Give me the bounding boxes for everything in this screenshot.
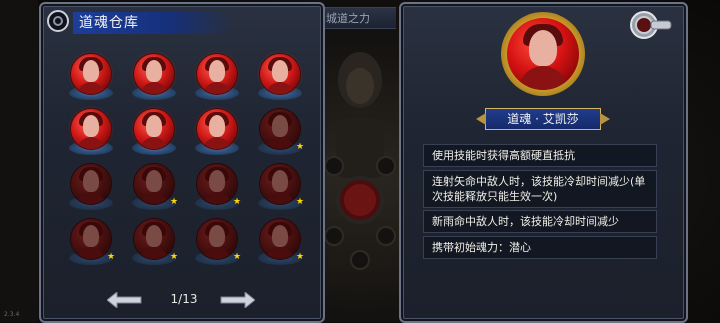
orb-shoulder: [140, 247, 168, 259]
soul-slot[interactable]: [63, 105, 119, 161]
background-statue: [324, 52, 396, 270]
background-tab[interactable]: 城道之力: [322, 7, 396, 29]
soul-orb-icon: [134, 164, 174, 204]
orb-face: [83, 225, 99, 247]
orb-shoulder: [77, 247, 105, 259]
orb-face: [209, 170, 225, 192]
page-indicator: 1/13: [170, 292, 198, 306]
soul-slot[interactable]: ★: [126, 160, 182, 216]
orb-face: [146, 170, 162, 192]
soul-orb-icon: [197, 54, 237, 94]
panel-title: 道魂仓库: [73, 12, 233, 34]
soul-detail-panel: 道魂 · 艾凯莎 使用技能时获得高额硬直抵抗 连射矢命中敌人时，该技能冷却时间减…: [399, 2, 688, 323]
star-icon: ★: [233, 252, 242, 262]
soul-storage-panel: 道魂仓库 ★ ★ ★ ★ ★ ★ ★ ★ 1/13: [39, 2, 325, 323]
pager: 1/13: [107, 290, 257, 310]
soul-slot[interactable]: [63, 50, 119, 106]
arrow-right-icon[interactable]: [219, 292, 255, 308]
soul-name: 道魂 · 艾凯莎: [485, 108, 601, 130]
soul-slot[interactable]: ★: [189, 215, 245, 271]
soul-orb-icon: [71, 164, 111, 204]
soul-orb-icon: [134, 219, 174, 259]
skill-item: 新雨命中敌人时，该技能冷却时间减少: [423, 210, 657, 233]
orb-face: [146, 60, 162, 82]
star-icon: ★: [296, 197, 305, 207]
star-icon: ★: [296, 252, 305, 262]
orb-face: [83, 170, 99, 192]
close-knob-icon[interactable]: [629, 10, 673, 40]
orb-shoulder: [266, 192, 294, 204]
soul-orb-icon: [134, 109, 174, 149]
orb-shoulder: [140, 137, 168, 149]
skill-item: 使用技能时获得高额硬直抵抗: [423, 144, 657, 167]
skill-item: 携带初始魂力：潜心: [423, 236, 657, 259]
star-icon: ★: [233, 197, 242, 207]
orb-face: [209, 60, 225, 82]
soul-slot[interactable]: ★: [63, 215, 119, 271]
soul-slot[interactable]: [126, 50, 182, 106]
version-label: 2.3.4: [4, 311, 20, 318]
star-icon: ★: [170, 252, 179, 262]
soul-slot[interactable]: ★: [252, 105, 308, 161]
ring-ornament-icon: [47, 10, 69, 32]
soul-orb-icon: [197, 219, 237, 259]
soul-orb-icon: [71, 109, 111, 149]
portrait-shoulder: [519, 66, 567, 90]
arrow-left-icon[interactable]: [107, 292, 143, 308]
orb-shoulder: [77, 192, 105, 204]
soul-grid: ★ ★ ★ ★ ★ ★ ★ ★: [63, 50, 313, 270]
orb-shoulder: [203, 82, 231, 94]
soul-orb-icon: [197, 109, 237, 149]
soul-slot[interactable]: ★: [126, 215, 182, 271]
orb-face: [146, 115, 162, 137]
soul-slot[interactable]: ★: [252, 215, 308, 271]
portrait-orb: [507, 18, 579, 90]
orb-face: [209, 115, 225, 137]
orb-face: [272, 115, 288, 137]
soul-slot[interactable]: [189, 50, 245, 106]
soul-orb-icon: [71, 54, 111, 94]
soul-orb-icon: [197, 164, 237, 204]
orb-face: [209, 225, 225, 247]
skill-item: 连射矢命中敌人时，该技能冷却时间减少(单次技能释放只能生效一次): [423, 170, 657, 208]
orb-face: [83, 60, 99, 82]
orb-shoulder: [203, 247, 231, 259]
soul-slot[interactable]: [252, 50, 308, 106]
star-icon: ★: [296, 142, 305, 152]
orb-shoulder: [140, 82, 168, 94]
orb-face: [272, 225, 288, 247]
orb-shoulder: [203, 192, 231, 204]
orb-face: [83, 115, 99, 137]
orb-shoulder: [77, 82, 105, 94]
soul-orb-icon: [71, 219, 111, 259]
soul-orb-icon: [260, 109, 300, 149]
soul-slot[interactable]: ★: [252, 160, 308, 216]
orb-shoulder: [140, 192, 168, 204]
star-icon: ★: [107, 252, 116, 262]
orb-shoulder: [77, 137, 105, 149]
soul-slot[interactable]: [126, 105, 182, 161]
orb-face: [272, 60, 288, 82]
orb-face: [146, 225, 162, 247]
soul-orb-icon: [260, 219, 300, 259]
star-icon: ★: [170, 197, 179, 207]
orb-shoulder: [203, 137, 231, 149]
portrait-face: [529, 30, 557, 66]
orb-shoulder: [266, 137, 294, 149]
orb-shoulder: [266, 247, 294, 259]
soul-orb-icon: [260, 164, 300, 204]
left-edge-strip: [0, 0, 38, 322]
soul-slot[interactable]: [189, 105, 245, 161]
soul-portrait: [501, 12, 585, 96]
soul-slot[interactable]: [63, 160, 119, 216]
soul-slot[interactable]: ★: [189, 160, 245, 216]
orb-face: [272, 170, 288, 192]
soul-orb-icon: [134, 54, 174, 94]
soul-orb-icon: [260, 54, 300, 94]
orb-shoulder: [266, 82, 294, 94]
